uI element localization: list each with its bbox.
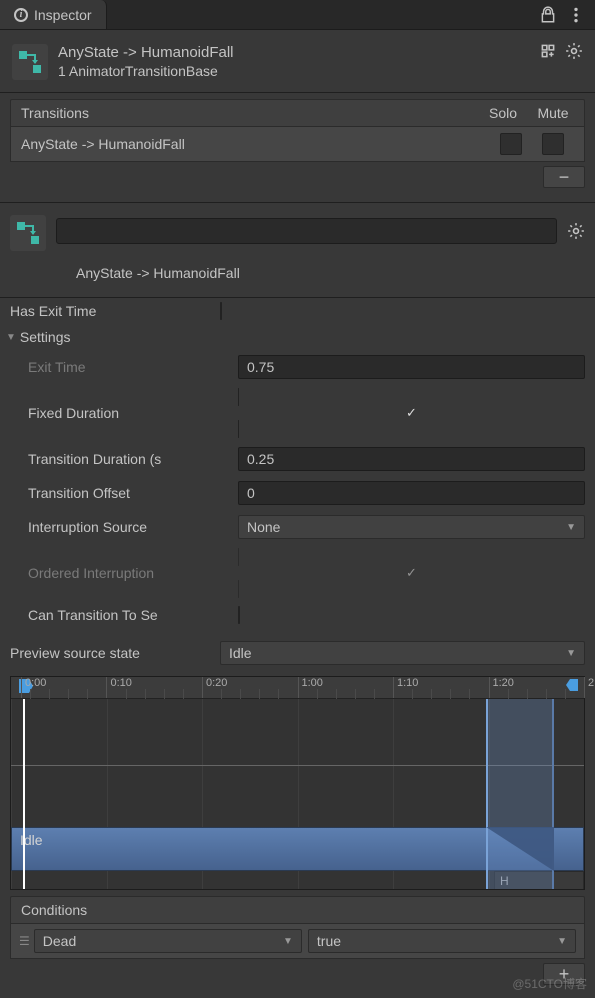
watermark: @51CTO博客 bbox=[512, 975, 587, 992]
header-subtitle: 1 AnimatorTransitionBase bbox=[58, 63, 529, 79]
settings-label: Settings bbox=[20, 329, 71, 345]
ruler-mark: 0:20 bbox=[202, 677, 227, 698]
ruler-mark: 2:00 bbox=[584, 677, 595, 698]
inspector-tab[interactable]: i Inspector bbox=[0, 0, 107, 29]
condition-param-dropdown[interactable]: Dead ▼ bbox=[34, 929, 302, 953]
condition-value-dropdown[interactable]: true ▼ bbox=[308, 929, 576, 953]
transition-icon-small bbox=[10, 215, 46, 251]
preview-source-dropdown[interactable]: Idle ▼ bbox=[220, 641, 585, 665]
gear-icon[interactable] bbox=[565, 42, 583, 60]
transition-duration-input[interactable] bbox=[238, 447, 585, 471]
transitions-header: Transitions Solo Mute bbox=[10, 99, 585, 127]
transition-item-label: AnyState -> HumanoidFall bbox=[21, 136, 490, 152]
transition-header: AnyState -> HumanoidFall 1 AnimatorTrans… bbox=[0, 30, 595, 88]
ruler-mark: 1:00 bbox=[298, 677, 323, 698]
preset-icon[interactable] bbox=[539, 42, 557, 60]
foldout-arrow-icon: ▼ bbox=[6, 332, 16, 343]
mute-checkbox[interactable] bbox=[542, 133, 564, 155]
info-icon: i bbox=[14, 8, 28, 22]
ruler-mark: 1:10 bbox=[393, 677, 418, 698]
dropdown-arrow-icon: ▼ bbox=[283, 936, 293, 947]
condition-value: true bbox=[317, 933, 341, 949]
transition-name-input[interactable] bbox=[56, 218, 557, 244]
transition-duration-label: Transition Duration (s bbox=[28, 451, 238, 467]
fixed-duration-label: Fixed Duration bbox=[28, 405, 238, 421]
preview-source-value: Idle bbox=[229, 645, 252, 661]
tab-title: Inspector bbox=[34, 7, 92, 23]
playhead-line[interactable] bbox=[23, 699, 25, 889]
gear-icon[interactable] bbox=[567, 222, 585, 240]
remove-transition-button[interactable]: − bbox=[543, 166, 585, 188]
has-exit-time-checkbox[interactable] bbox=[220, 302, 222, 320]
transition-icon bbox=[12, 44, 48, 80]
drag-handle-icon[interactable]: ☰ bbox=[19, 934, 28, 948]
playhead-end-handle[interactable] bbox=[564, 677, 580, 693]
interruption-source-label: Interruption Source bbox=[28, 519, 238, 535]
can-transition-self-label: Can Transition To Se bbox=[28, 607, 238, 623]
interruption-source-value: None bbox=[247, 519, 280, 535]
lock-icon[interactable] bbox=[539, 6, 557, 24]
interruption-source-dropdown[interactable]: None ▼ bbox=[238, 515, 585, 539]
menu-icon[interactable] bbox=[567, 6, 585, 24]
condition-row: ☰ Dead ▼ true ▼ bbox=[10, 924, 585, 959]
solo-checkbox[interactable] bbox=[500, 133, 522, 155]
has-exit-time-label: Has Exit Time bbox=[10, 303, 220, 319]
ruler-mark: 0:10 bbox=[106, 677, 131, 698]
transition-offset-label: Transition Offset bbox=[28, 485, 238, 501]
ordered-interruption-label: Ordered Interruption bbox=[28, 565, 238, 581]
transition-offset-input[interactable] bbox=[238, 481, 585, 505]
solo-label: Solo bbox=[482, 105, 524, 121]
timeline-body[interactable]: Idle H bbox=[11, 699, 584, 889]
preview-source-label: Preview source state bbox=[10, 645, 220, 661]
ruler-mark: 1:20 bbox=[489, 677, 514, 698]
transition-timeline[interactable]: 0:000:100:201:001:101:202:00 Idle H bbox=[10, 676, 585, 890]
fixed-duration-checkbox[interactable] bbox=[238, 388, 585, 438]
timeline-ruler[interactable]: 0:000:100:201:001:101:202:00 bbox=[11, 677, 584, 699]
dropdown-arrow-icon: ▼ bbox=[566, 522, 576, 533]
mute-label: Mute bbox=[532, 105, 574, 121]
exit-time-label: Exit Time bbox=[28, 359, 238, 375]
settings-foldout[interactable]: ▼ Settings bbox=[0, 324, 595, 350]
exit-time-input[interactable] bbox=[238, 355, 585, 379]
can-transition-self-checkbox[interactable] bbox=[238, 606, 240, 624]
header-title: AnyState -> HumanoidFall bbox=[58, 44, 529, 61]
tab-bar: i Inspector bbox=[0, 0, 595, 30]
transition-sub-label: AnyState -> HumanoidFall bbox=[0, 259, 595, 293]
blend-triangle bbox=[486, 827, 554, 871]
dropdown-arrow-icon: ▼ bbox=[566, 648, 576, 659]
ordered-interruption-checkbox[interactable] bbox=[238, 548, 585, 598]
transitions-label: Transitions bbox=[21, 105, 482, 121]
condition-param-value: Dead bbox=[43, 933, 76, 949]
ruler-mark: 0:00 bbox=[21, 677, 46, 698]
dropdown-arrow-icon: ▼ bbox=[557, 936, 567, 947]
conditions-header: Conditions bbox=[10, 896, 585, 924]
transition-list-item[interactable]: AnyState -> HumanoidFall bbox=[10, 127, 585, 162]
